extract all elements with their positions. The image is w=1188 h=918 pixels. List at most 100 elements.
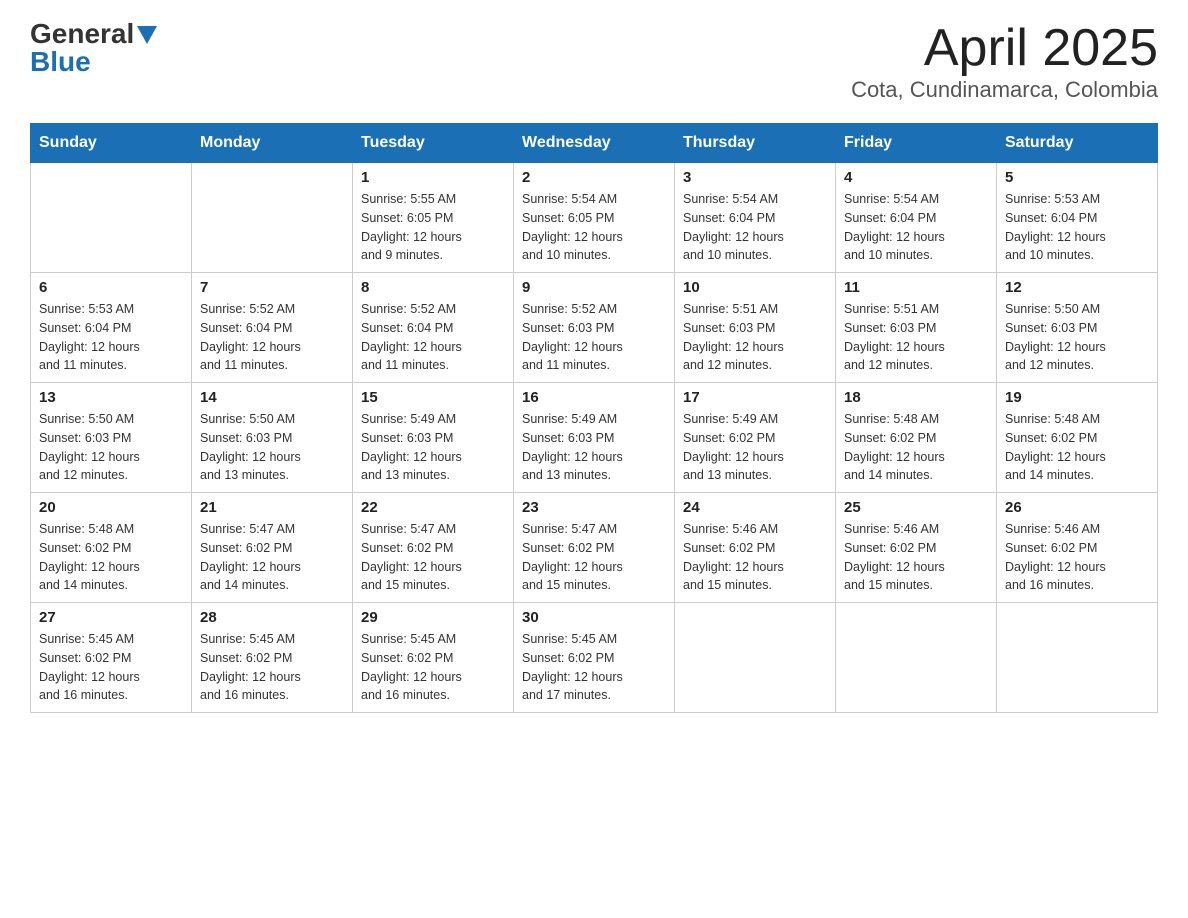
calendar-cell: 20 Sunrise: 5:48 AM Sunset: 6:02 PM Dayli… bbox=[31, 493, 192, 603]
day-number: 1 bbox=[361, 169, 505, 186]
calendar-cell bbox=[997, 603, 1158, 713]
day-number: 15 bbox=[361, 389, 505, 406]
day-info: Sunrise: 5:55 AM Sunset: 6:05 PM Dayligh… bbox=[361, 190, 505, 265]
calendar-cell: 21 Sunrise: 5:47 AM Sunset: 6:02 PM Dayli… bbox=[192, 493, 353, 603]
day-number: 12 bbox=[1005, 279, 1149, 296]
day-info: Sunrise: 5:45 AM Sunset: 6:02 PM Dayligh… bbox=[200, 630, 344, 705]
col-saturday: Saturday bbox=[997, 124, 1158, 163]
day-info: Sunrise: 5:50 AM Sunset: 6:03 PM Dayligh… bbox=[39, 410, 183, 485]
day-number: 18 bbox=[844, 389, 988, 406]
calendar-cell: 2 Sunrise: 5:54 AM Sunset: 6:05 PM Daylig… bbox=[514, 163, 675, 273]
calendar-cell: 6 Sunrise: 5:53 AM Sunset: 6:04 PM Daylig… bbox=[31, 273, 192, 383]
calendar-cell: 7Sunrise: 5:52 AM Sunset: 6:04 PM Daylig… bbox=[192, 273, 353, 383]
day-info: Sunrise: 5:53 AM Sunset: 6:04 PM Dayligh… bbox=[1005, 190, 1149, 265]
calendar-cell: 17Sunrise: 5:49 AM Sunset: 6:02 PM Dayli… bbox=[675, 383, 836, 493]
calendar-cell: 24Sunrise: 5:46 AM Sunset: 6:02 PM Dayli… bbox=[675, 493, 836, 603]
col-friday: Friday bbox=[836, 124, 997, 163]
day-number: 28 bbox=[200, 609, 344, 626]
day-info: Sunrise: 5:51 AM Sunset: 6:03 PM Dayligh… bbox=[844, 300, 988, 375]
day-number: 2 bbox=[522, 169, 666, 186]
calendar-cell: 9Sunrise: 5:52 AM Sunset: 6:03 PM Daylig… bbox=[514, 273, 675, 383]
day-number: 26 bbox=[1005, 499, 1149, 516]
day-info: Sunrise: 5:49 AM Sunset: 6:03 PM Dayligh… bbox=[361, 410, 505, 485]
day-number: 5 bbox=[1005, 169, 1149, 186]
calendar-cell: 30Sunrise: 5:45 AM Sunset: 6:02 PM Dayli… bbox=[514, 603, 675, 713]
calendar-week-row: 20 Sunrise: 5:48 AM Sunset: 6:02 PM Dayli… bbox=[31, 493, 1158, 603]
day-number: 30 bbox=[522, 609, 666, 626]
logo: General Blue bbox=[30, 20, 157, 76]
day-number: 10 bbox=[683, 279, 827, 296]
day-info: Sunrise: 5:48 AM Sunset: 6:02 PM Dayligh… bbox=[1005, 410, 1149, 485]
calendar-cell: 15 Sunrise: 5:49 AM Sunset: 6:03 PM Dayli… bbox=[353, 383, 514, 493]
day-info: Sunrise: 5:47 AM Sunset: 6:02 PM Dayligh… bbox=[200, 520, 344, 595]
calendar-week-row: 13 Sunrise: 5:50 AM Sunset: 6:03 PM Dayli… bbox=[31, 383, 1158, 493]
calendar-week-row: 6 Sunrise: 5:53 AM Sunset: 6:04 PM Daylig… bbox=[31, 273, 1158, 383]
calendar-cell: 26Sunrise: 5:46 AM Sunset: 6:02 PM Dayli… bbox=[997, 493, 1158, 603]
day-info: Sunrise: 5:46 AM Sunset: 6:02 PM Dayligh… bbox=[844, 520, 988, 595]
calendar-cell bbox=[836, 603, 997, 713]
calendar-cell: 29 Sunrise: 5:45 AM Sunset: 6:02 PM Dayli… bbox=[353, 603, 514, 713]
day-info: Sunrise: 5:54 AM Sunset: 6:04 PM Dayligh… bbox=[683, 190, 827, 265]
day-number: 13 bbox=[39, 389, 183, 406]
calendar-cell: 4Sunrise: 5:54 AM Sunset: 6:04 PM Daylig… bbox=[836, 163, 997, 273]
col-thursday: Thursday bbox=[675, 124, 836, 163]
day-number: 25 bbox=[844, 499, 988, 516]
day-number: 27 bbox=[39, 609, 183, 626]
day-info: Sunrise: 5:48 AM Sunset: 6:02 PM Dayligh… bbox=[39, 520, 183, 595]
calendar-week-row: 1 Sunrise: 5:55 AM Sunset: 6:05 PM Daylig… bbox=[31, 163, 1158, 273]
day-info: Sunrise: 5:50 AM Sunset: 6:03 PM Dayligh… bbox=[1005, 300, 1149, 375]
day-info: Sunrise: 5:47 AM Sunset: 6:02 PM Dayligh… bbox=[522, 520, 666, 595]
calendar-body: 1 Sunrise: 5:55 AM Sunset: 6:05 PM Daylig… bbox=[31, 163, 1158, 713]
day-info: Sunrise: 5:49 AM Sunset: 6:03 PM Dayligh… bbox=[522, 410, 666, 485]
calendar-cell: 10 Sunrise: 5:51 AM Sunset: 6:03 PM Dayli… bbox=[675, 273, 836, 383]
day-number: 17 bbox=[683, 389, 827, 406]
day-number: 6 bbox=[39, 279, 183, 296]
day-info: Sunrise: 5:52 AM Sunset: 6:04 PM Dayligh… bbox=[361, 300, 505, 375]
day-info: Sunrise: 5:45 AM Sunset: 6:02 PM Dayligh… bbox=[361, 630, 505, 705]
calendar-cell: 19Sunrise: 5:48 AM Sunset: 6:02 PM Dayli… bbox=[997, 383, 1158, 493]
day-info: Sunrise: 5:52 AM Sunset: 6:04 PM Dayligh… bbox=[200, 300, 344, 375]
day-number: 29 bbox=[361, 609, 505, 626]
calendar-cell: 25 Sunrise: 5:46 AM Sunset: 6:02 PM Dayli… bbox=[836, 493, 997, 603]
day-info: Sunrise: 5:51 AM Sunset: 6:03 PM Dayligh… bbox=[683, 300, 827, 375]
col-wednesday: Wednesday bbox=[514, 124, 675, 163]
day-info: Sunrise: 5:48 AM Sunset: 6:02 PM Dayligh… bbox=[844, 410, 988, 485]
calendar-cell: 22Sunrise: 5:47 AM Sunset: 6:02 PM Dayli… bbox=[353, 493, 514, 603]
calendar-cell bbox=[31, 163, 192, 273]
day-number: 11 bbox=[844, 279, 988, 296]
col-tuesday: Tuesday bbox=[353, 124, 514, 163]
calendar-header-row: Sunday Monday Tuesday Wednesday Thursday… bbox=[31, 124, 1158, 163]
day-info: Sunrise: 5:47 AM Sunset: 6:02 PM Dayligh… bbox=[361, 520, 505, 595]
logo-general: General bbox=[30, 20, 134, 48]
day-number: 8 bbox=[361, 279, 505, 296]
calendar-week-row: 27 Sunrise: 5:45 AM Sunset: 6:02 PM Dayli… bbox=[31, 603, 1158, 713]
calendar-cell: 1 Sunrise: 5:55 AM Sunset: 6:05 PM Daylig… bbox=[353, 163, 514, 273]
day-number: 14 bbox=[200, 389, 344, 406]
day-number: 24 bbox=[683, 499, 827, 516]
calendar-cell bbox=[675, 603, 836, 713]
day-number: 21 bbox=[200, 499, 344, 516]
calendar-cell: 27 Sunrise: 5:45 AM Sunset: 6:02 PM Dayli… bbox=[31, 603, 192, 713]
calendar-cell: 5 Sunrise: 5:53 AM Sunset: 6:04 PM Daylig… bbox=[997, 163, 1158, 273]
day-info: Sunrise: 5:50 AM Sunset: 6:03 PM Dayligh… bbox=[200, 410, 344, 485]
calendar-cell: 18 Sunrise: 5:48 AM Sunset: 6:02 PM Dayli… bbox=[836, 383, 997, 493]
day-info: Sunrise: 5:53 AM Sunset: 6:04 PM Dayligh… bbox=[39, 300, 183, 375]
day-number: 16 bbox=[522, 389, 666, 406]
day-number: 23 bbox=[522, 499, 666, 516]
calendar-cell: 12 Sunrise: 5:50 AM Sunset: 6:03 PM Dayli… bbox=[997, 273, 1158, 383]
logo-triangle-icon bbox=[137, 26, 157, 44]
calendar-cell: 14 Sunrise: 5:50 AM Sunset: 6:03 PM Dayli… bbox=[192, 383, 353, 493]
day-info: Sunrise: 5:45 AM Sunset: 6:02 PM Dayligh… bbox=[39, 630, 183, 705]
day-info: Sunrise: 5:54 AM Sunset: 6:05 PM Dayligh… bbox=[522, 190, 666, 265]
calendar-cell: 13 Sunrise: 5:50 AM Sunset: 6:03 PM Dayli… bbox=[31, 383, 192, 493]
calendar-cell: 16 Sunrise: 5:49 AM Sunset: 6:03 PM Dayli… bbox=[514, 383, 675, 493]
day-info: Sunrise: 5:52 AM Sunset: 6:03 PM Dayligh… bbox=[522, 300, 666, 375]
day-number: 20 bbox=[39, 499, 183, 516]
col-sunday: Sunday bbox=[31, 124, 192, 163]
calendar-cell: 28 Sunrise: 5:45 AM Sunset: 6:02 PM Dayli… bbox=[192, 603, 353, 713]
col-monday: Monday bbox=[192, 124, 353, 163]
page-subtitle: Cota, Cundinamarca, Colombia bbox=[851, 77, 1158, 103]
calendar-cell: 8 Sunrise: 5:52 AM Sunset: 6:04 PM Daylig… bbox=[353, 273, 514, 383]
logo-blue: Blue bbox=[30, 46, 91, 77]
day-number: 4 bbox=[844, 169, 988, 186]
